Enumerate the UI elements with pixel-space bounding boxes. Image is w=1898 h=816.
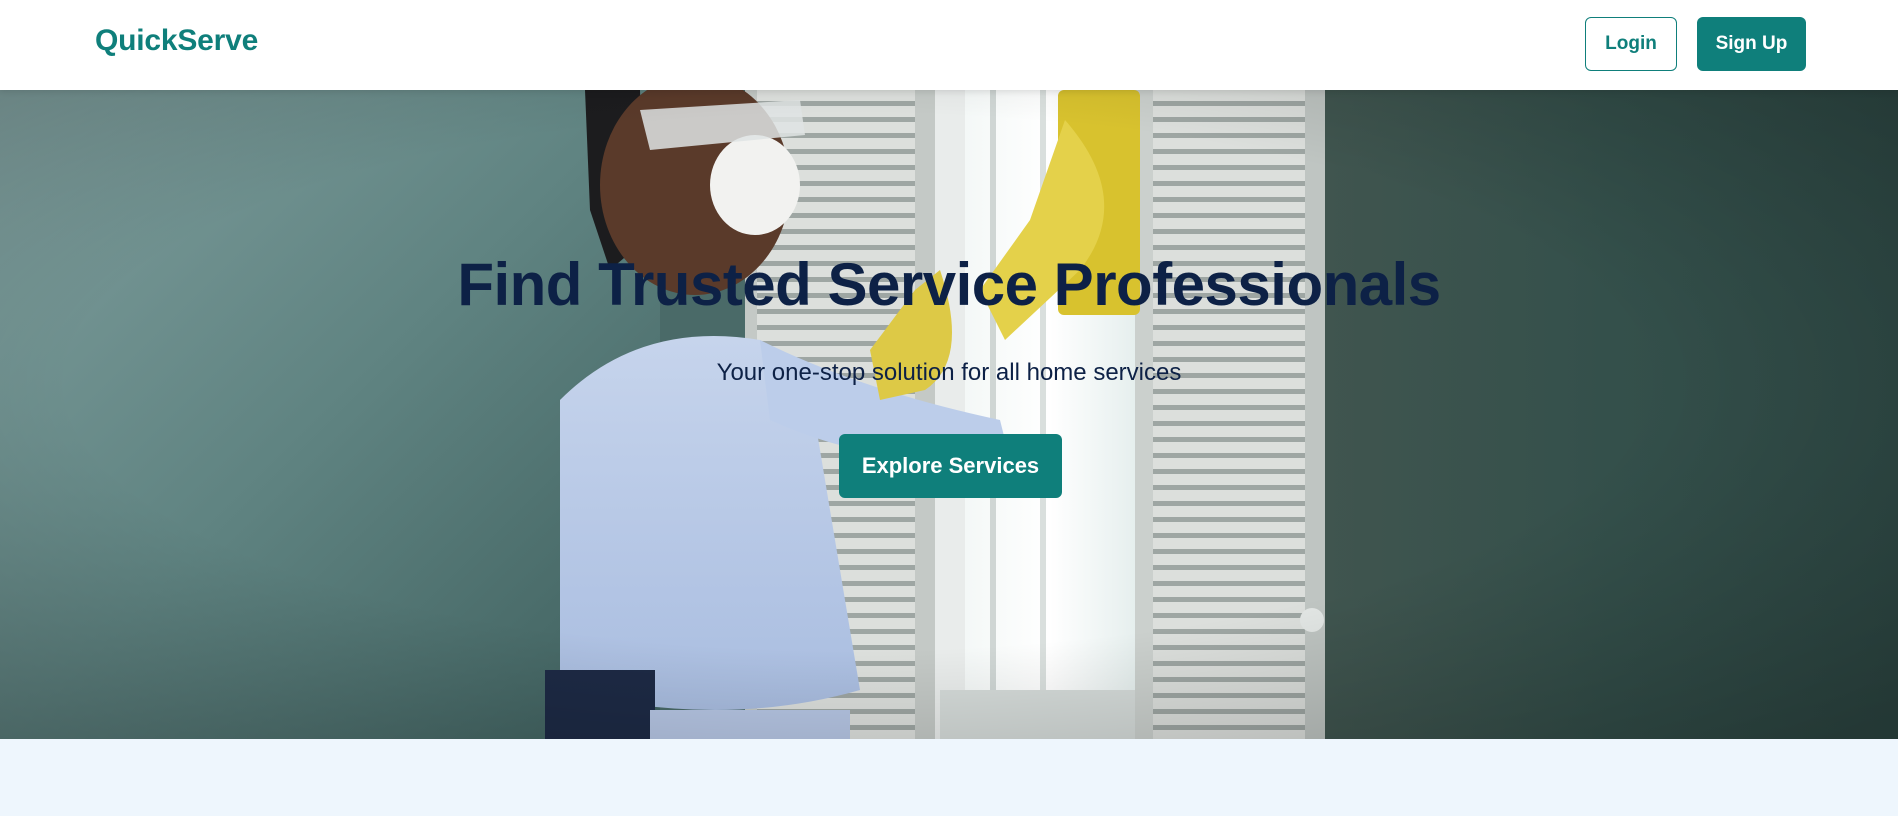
hero-background-image xyxy=(0,90,1898,739)
site-header: QuickServe Login Sign Up xyxy=(0,0,1898,90)
hero-subtitle: Your one-stop solution for all home serv… xyxy=(716,359,1182,386)
hero-section: Find Trusted Service Professionals Your … xyxy=(0,90,1898,739)
signup-button[interactable]: Sign Up xyxy=(1697,17,1806,71)
hero-title: Find Trusted Service Professionals xyxy=(457,251,1441,318)
content-section xyxy=(0,739,1898,816)
brand-logo[interactable]: QuickServe xyxy=(95,24,258,58)
explore-services-button[interactable]: Explore Services xyxy=(839,434,1062,498)
login-button[interactable]: Login xyxy=(1585,17,1677,71)
